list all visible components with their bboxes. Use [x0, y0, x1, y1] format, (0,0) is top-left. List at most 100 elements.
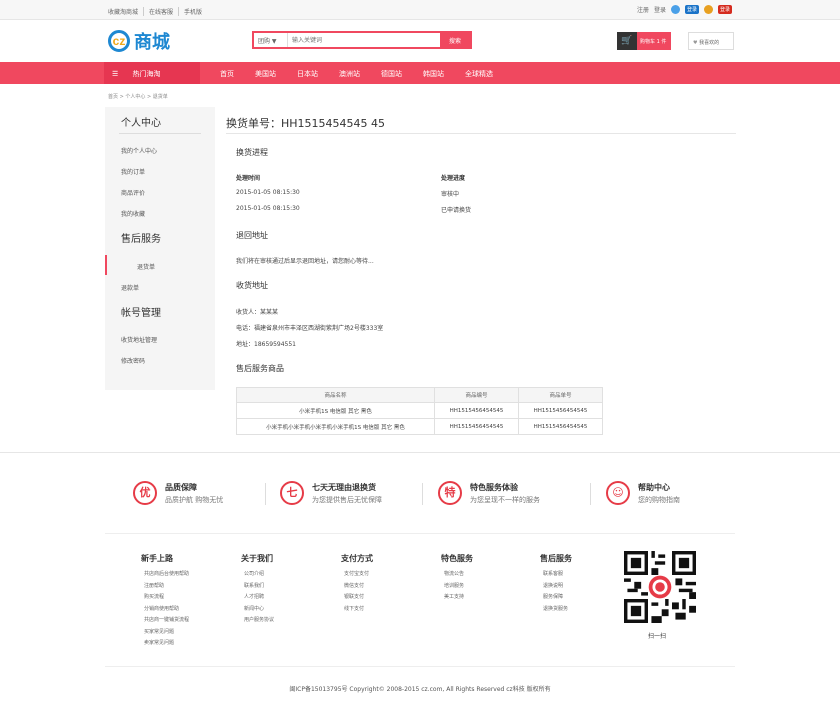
- footer-link[interactable]: 培训服务: [441, 581, 473, 593]
- guarantee-title: 七天无理由退换货: [312, 482, 376, 492]
- footer-link[interactable]: 支付宝支付: [341, 569, 373, 581]
- footer-col-title: 支付方式: [341, 554, 373, 563]
- footer-col-newbie: 新手上路 共店商后台使用帮助 注册帮助 购买流程 分销商使用帮助 共店商一键铺货…: [141, 553, 189, 650]
- qq-login-button[interactable]: 登录: [684, 5, 699, 14]
- logo-mark: cz: [108, 30, 130, 52]
- footer-col-title: 特色服务: [441, 554, 473, 563]
- footer-link[interactable]: 卖家常见问题: [141, 638, 189, 650]
- footer-link[interactable]: 共店商一键铺货流程: [141, 615, 189, 627]
- footer-link[interactable]: 美工支持: [441, 592, 473, 604]
- footer-link[interactable]: 买家常见问题: [141, 627, 189, 639]
- special-service-icon: 特: [438, 481, 462, 505]
- sidebar-heading-personal: 个人中心: [121, 118, 161, 129]
- top-link-mobile[interactable]: 手机版: [179, 7, 207, 16]
- login-link[interactable]: 登录: [654, 5, 666, 14]
- header: cz 商城 团购 ▼ 搜索 🛒 购物车 1 件 ♥ 我喜欢的: [0, 20, 840, 62]
- guarantee-desc: 为您提供售后无忧保障: [312, 495, 382, 504]
- table-row: 小米手机1S 电信版 其它 黑色 HH1515456454545 HH15154…: [236, 402, 603, 419]
- footer-divider: [105, 533, 735, 534]
- top-link-favorite[interactable]: 收藏淘商城: [108, 7, 145, 16]
- qq-icon: [670, 5, 680, 14]
- breadcrumb: 首页 > 个人中心 > 退货单: [108, 94, 168, 100]
- footer-link[interactable]: 物流公告: [441, 569, 473, 581]
- nav-item-korea[interactable]: 韩国站: [423, 69, 444, 79]
- return-address-text: 我们将在审核通过后显示退回地址，请您耐心等待...: [236, 258, 374, 265]
- search-input[interactable]: [288, 33, 440, 47]
- sidebar-item-my-center[interactable]: 我的个人中心: [105, 146, 157, 155]
- footer-link[interactable]: 购买流程: [141, 592, 189, 604]
- cart-button[interactable]: 🛒 购物车 1 件: [617, 32, 672, 50]
- footer-link[interactable]: 线下支付: [341, 604, 373, 616]
- sidebar-item-password[interactable]: 修改密码: [105, 356, 145, 365]
- nav-item-home[interactable]: 首页: [220, 69, 234, 79]
- table-row: 小米手机小米手机小米手机小米手机1S 电信版 其它 黑色 HH151545645…: [236, 418, 603, 435]
- footer-link[interactable]: 新闻中心: [241, 604, 274, 616]
- goods-heading: 售后服务商品: [236, 364, 284, 373]
- footer-link[interactable]: 退换说明: [540, 581, 572, 593]
- copyright: 闽ICP备15013795号 Copyright© 2008-2015 cz.c…: [289, 686, 551, 693]
- cell-name: 小米手机1S 电信版 其它 黑色: [236, 402, 435, 419]
- receiver-name: 收货人：某某某: [236, 309, 279, 316]
- guarantee-title: 特色服务体验: [470, 482, 518, 492]
- nav-item-germany[interactable]: 德国站: [381, 69, 402, 79]
- sidebar-item-address[interactable]: 收货地址管理: [105, 335, 157, 344]
- logo-name: 商城: [134, 32, 170, 53]
- top-links: 收藏淘商城 在线客服 手机版: [108, 7, 207, 16]
- category-menu[interactable]: ☰ 热门海淘: [104, 62, 200, 84]
- progress-status-1: 审核中: [441, 191, 460, 198]
- main-nav: ☰ 热门海淘 首页 美国站 日本站 澳洲站 德国站 韩国站 全球精选: [0, 62, 840, 84]
- footer-divider: [105, 666, 735, 667]
- sidebar-item-refunds[interactable]: 退款单: [105, 283, 139, 292]
- nav-item-australia[interactable]: 澳洲站: [339, 69, 360, 79]
- footer-link[interactable]: 公司介绍: [241, 569, 274, 581]
- footer-col-title: 售后服务: [540, 554, 572, 563]
- logo[interactable]: cz 商城: [108, 28, 170, 54]
- footer-col-payment: 支付方式 支付宝支付 微信支付 银联支付 线下支付: [341, 553, 373, 615]
- cell-number: HH1515456454545: [434, 418, 519, 435]
- footer-col-title: 关于我们: [241, 554, 273, 563]
- search-category-select[interactable]: 团购 ▼: [254, 33, 288, 47]
- search-box: 团购 ▼ 搜索: [252, 31, 472, 49]
- footer-link[interactable]: 注册帮助: [141, 581, 189, 593]
- guarantee-divider: [590, 483, 591, 505]
- top-account: 注册 登录 登录 登录: [637, 5, 732, 14]
- th-order: 商品单号: [518, 387, 603, 403]
- nav-item-japan[interactable]: 日本站: [297, 69, 318, 79]
- receiver-phone: 电话：福建省泉州市丰泽区西湖街紫荆广场2号楼333室: [236, 325, 384, 332]
- top-link-service[interactable]: 在线客服: [144, 7, 180, 16]
- favorites-button[interactable]: ♥ 我喜欢的: [688, 32, 734, 50]
- weibo-login-button[interactable]: 登录: [717, 5, 732, 14]
- favorites-label: 我喜欢的: [699, 40, 720, 46]
- register-link[interactable]: 注册: [637, 5, 649, 14]
- table-header-row: 商品名称 商品编号 商品单号: [236, 387, 603, 403]
- footer-link[interactable]: 联系客服: [540, 569, 572, 581]
- footer-link[interactable]: 联系我们: [241, 581, 274, 593]
- guarantee-quality: 优 品质保障 品质护航 购物无忧: [133, 481, 223, 505]
- nav-item-global[interactable]: 全球精选: [465, 69, 493, 79]
- footer-link[interactable]: 用户服务协议: [241, 615, 274, 627]
- footer-link[interactable]: 微信支付: [341, 581, 373, 593]
- sidebar-item-returns[interactable]: 退货单: [105, 255, 155, 275]
- sidebar-item-reviews[interactable]: 商品评价: [105, 188, 145, 197]
- footer-link[interactable]: 服务保障: [540, 592, 572, 604]
- category-label: 热门海淘: [132, 70, 161, 78]
- heart-icon: ♥: [693, 40, 698, 46]
- sidebar-item-orders[interactable]: 我的订单: [105, 167, 145, 176]
- footer-link[interactable]: 共店商后台使用帮助: [141, 569, 189, 581]
- footer-link[interactable]: 分销商使用帮助: [141, 604, 189, 616]
- footer: 优 品质保障 品质护航 购物无忧 七 七天无理由退换货 为您提供售后无忧保障 特 特…: [0, 452, 840, 717]
- footer-link[interactable]: 人才招聘: [241, 592, 274, 604]
- guarantee-divider: [265, 483, 266, 505]
- search-button[interactable]: 搜索: [440, 33, 470, 47]
- nav-item-us[interactable]: 美国站: [255, 69, 276, 79]
- guarantee-divider: [422, 483, 423, 505]
- guarantee-desc: 品质护航 购物无忧: [165, 495, 224, 504]
- quality-icon: 优: [133, 481, 157, 505]
- sidebar-item-favorites[interactable]: 我的收藏: [105, 209, 145, 218]
- receiver-address: 地址：18659594551: [236, 341, 296, 348]
- footer-link[interactable]: 退换货服务: [540, 604, 572, 616]
- footer-link[interactable]: 银联支付: [341, 592, 373, 604]
- return-address-heading: 退回地址: [236, 231, 268, 240]
- cell-order: HH1515456454545: [518, 402, 603, 419]
- page-title: 换货单号：HH1515454545 45: [226, 117, 386, 130]
